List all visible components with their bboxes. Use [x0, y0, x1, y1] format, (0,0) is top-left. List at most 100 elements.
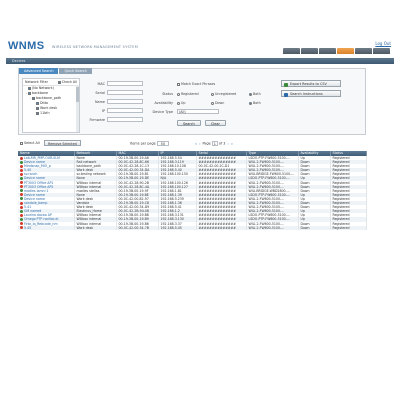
status-dot-icon [20, 176, 23, 180]
network-filter-checkbox[interactable] [32, 96, 35, 100]
nav-tab-1[interactable] [283, 48, 300, 54]
network-filter-checkbox[interactable] [36, 101, 39, 105]
network-filter-scrollbar[interactable] [76, 85, 79, 132]
table-cell[interactable]: 5.45 [18, 225, 75, 230]
status-dot-icon [20, 156, 23, 160]
availability-label: Availability [154, 101, 173, 105]
prev-page-icon[interactable]: ‹ [199, 142, 200, 146]
search-panel: Advanced Search Quick Search Network Fil… [18, 68, 366, 135]
network-filter: Network Filter Check All (No Network) - ba… [22, 78, 80, 133]
search-button[interactable]: Search [177, 120, 201, 126]
network-filter-checkbox[interactable] [28, 91, 31, 95]
search-instructions-label: Search Instructions [290, 92, 323, 96]
app-subtitle: WIRELESS NETWORK MANAGEMENT SYSTEM [52, 45, 138, 49]
status-unregistered-radio[interactable] [211, 92, 214, 96]
status-dot-icon [20, 164, 23, 168]
serial-label: Serial [95, 91, 105, 95]
device-type-select[interactable]: (All) [177, 109, 219, 114]
export-csv-label: Export Results to CSV [290, 82, 327, 86]
match-exact-checkbox[interactable] [177, 82, 180, 86]
status-registered-option[interactable]: Registered [177, 92, 199, 96]
availability-down-radio[interactable] [211, 101, 214, 105]
network-filter-checkbox[interactable] [36, 111, 39, 115]
pagination: «‹ Page 1 of 3 ›» [194, 141, 234, 146]
status-dot-icon [20, 226, 23, 230]
status-dot-icon [20, 189, 23, 193]
tab-advanced-search[interactable]: Advanced Search [19, 68, 59, 74]
network-filter-header: Network Filter Check All [23, 79, 79, 86]
nav-tab-3[interactable] [319, 48, 336, 54]
name-label: Name [94, 100, 105, 104]
subbar-label[interactable]: Devices [12, 59, 25, 63]
nav-tab-devices[interactable] [337, 48, 354, 54]
match-exact-option[interactable]: Match Exact Phrases [177, 82, 215, 86]
status-dot-icon [20, 209, 23, 213]
availability-down-label: Down [215, 101, 225, 105]
availability-up-option[interactable]: Up [177, 101, 186, 105]
network-filter-checkbox[interactable] [28, 86, 31, 90]
check-all-toggle[interactable]: Check All [57, 80, 77, 84]
mac-input[interactable] [107, 81, 143, 86]
availability-up-radio[interactable] [177, 101, 180, 105]
ip-input[interactable] [107, 108, 143, 113]
status-dot-icon [20, 185, 23, 189]
sub-navigation-bar: Devices [6, 58, 394, 64]
network-filter-item[interactable]: 11bfn [23, 111, 79, 116]
page-label: Page [202, 141, 211, 146]
device-name-link[interactable]: 5.45 [24, 226, 31, 230]
status-both-label: Both [253, 92, 261, 96]
status-label: Status [162, 92, 173, 96]
availability-down-option[interactable]: Down [211, 101, 224, 105]
last-page-icon[interactable]: » [231, 142, 233, 146]
clear-button[interactable]: Clear [205, 120, 226, 126]
scrollbar-thumb[interactable] [76, 87, 79, 102]
table-cell: Registered [330, 225, 367, 230]
check-all-checkbox[interactable] [57, 80, 61, 84]
nav-tab-2[interactable] [301, 48, 318, 54]
network-filter-item-label: Ditto [40, 101, 49, 105]
tab-quick-search[interactable]: Quick Search [59, 68, 92, 74]
of-label: of [218, 141, 223, 146]
select-all-checkbox[interactable] [20, 141, 23, 145]
serial-input[interactable] [107, 90, 143, 95]
table-cell: WILI-2-FW600-5100-... [246, 225, 299, 230]
availability-both-radio[interactable] [249, 101, 252, 105]
check-all-label: Check All [61, 80, 77, 84]
status-unregistered-option[interactable]: Unregistered [211, 92, 236, 96]
name-input[interactable] [107, 99, 143, 104]
availability-both-option[interactable]: Both [249, 101, 261, 105]
status-dot-icon [20, 160, 23, 164]
status-registered-radio[interactable] [177, 92, 180, 96]
network-filter-item-label: 11bfn [40, 111, 50, 115]
first-page-icon[interactable]: « [195, 142, 197, 146]
app-logo: WNMS [8, 40, 45, 52]
nav-tab-5[interactable] [355, 48, 372, 54]
remove-selected-button[interactable]: Remove Selected [44, 140, 81, 146]
status-both-radio[interactable] [249, 92, 252, 96]
page-input[interactable]: 1 [211, 141, 218, 146]
select-all-option[interactable]: Select All [20, 141, 40, 145]
table-cell: Work desk [74, 225, 117, 230]
table-row[interactable]: 5.45 Work desk 00-0C-42-00-34-7B 192.168.5.… [18, 225, 367, 230]
items-per-page-select[interactable]: 50 [156, 141, 169, 146]
status-dot-icon [20, 181, 23, 185]
logout-link[interactable]: Log Out [375, 41, 391, 46]
search-instructions-button[interactable]: Search Instructions [281, 90, 341, 97]
table-cell: Down [298, 225, 331, 230]
table-body: Lab-MR_PMP-OUR-SLM None 00-19-3B-00-19-A6 1… [18, 156, 367, 230]
status-dot-icon [20, 217, 23, 221]
next-page-icon[interactable]: › [228, 142, 229, 146]
network-filter-item-label: Work desk [40, 106, 58, 110]
network-filter-checkbox[interactable] [36, 106, 39, 110]
status-dot-icon [20, 213, 23, 217]
ip-label: IP [101, 109, 105, 113]
total-pages: 3 [223, 141, 226, 146]
firmware-input[interactable] [107, 117, 143, 122]
search-tabs: Advanced Search Quick Search [19, 68, 93, 74]
status-both-option[interactable]: Both [249, 92, 261, 96]
info-icon [284, 92, 288, 97]
nav-tab-6[interactable] [373, 48, 390, 54]
match-exact-label: Match Exact Phrases [181, 82, 216, 86]
status-dot-icon [20, 168, 23, 172]
export-csv-button[interactable]: Export Results to CSV [281, 80, 341, 87]
